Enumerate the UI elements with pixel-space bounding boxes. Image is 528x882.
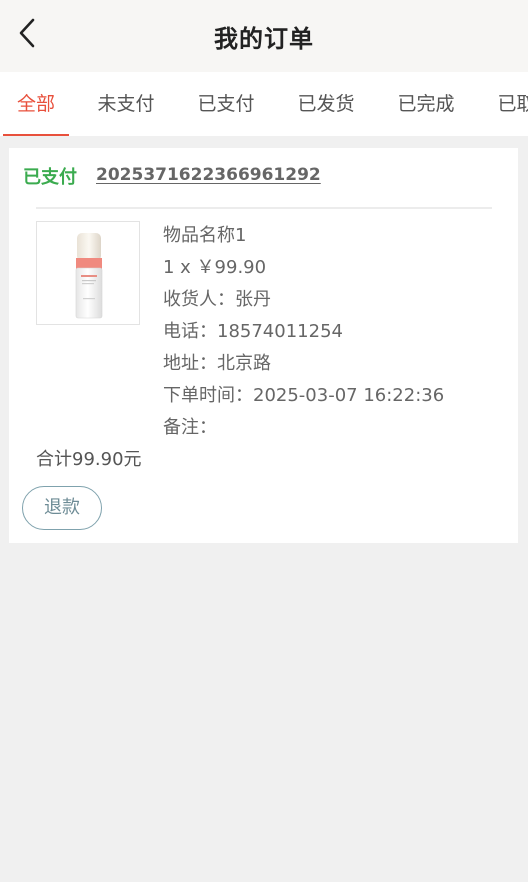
tab-paid[interactable]: 已支付 [192,72,260,136]
product-bottle-image [75,233,103,319]
divider [36,207,492,209]
active-tab-indicator [3,134,69,136]
tab-unpaid[interactable]: 未支付 [92,72,160,136]
order-total: 合计99.90元 [36,449,142,470]
product-name: 物品名称1 [163,225,247,246]
page-title: 我的订单 [214,25,314,53]
order-details: 物品名称1 1 x ￥99.90 收货人：张丹 电话：18574011254 地… [163,223,444,447]
refund-button[interactable]: 退款 [22,486,102,530]
phone: 电话：18574011254 [163,321,343,342]
order-status-tabs: 全部 未支付 已支付 已发货 已完成 已取消 [0,72,528,136]
top-bar: 我的订单 [0,0,528,72]
receiver: 收货人：张丹 [163,289,271,310]
order-card[interactable]: 已支付 2025371622366961292 物品名称1 1 x ￥99.90… [9,148,518,543]
address: 地址：北京路 [163,353,271,374]
tab-cancelled[interactable]: 已取消 [492,72,528,136]
tab-shipped[interactable]: 已发货 [292,72,360,136]
order-time: 下单时间：2025-03-07 16:22:36 [163,385,445,406]
product-thumbnail[interactable] [36,221,140,325]
remark: 备注： [163,417,217,438]
quantity-price: 1 x ￥99.90 [163,257,267,278]
order-number[interactable]: 2025371622366961292 [96,165,321,185]
status-badge: 已支付 [23,167,77,188]
tab-completed[interactable]: 已完成 [392,72,460,136]
tab-all[interactable]: 全部 [3,72,69,136]
